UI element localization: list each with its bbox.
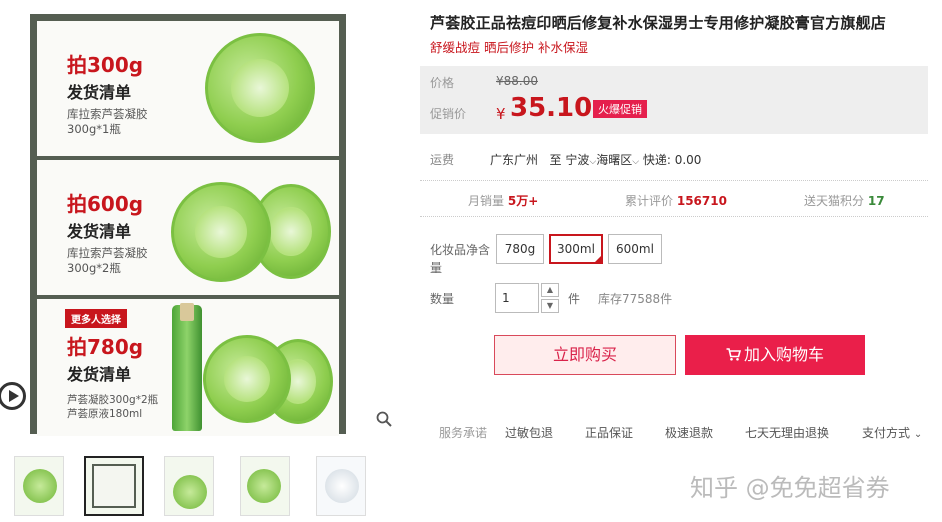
monthly-sales: 月销量 5万+	[468, 192, 538, 209]
panel-ship-label: 发货清单	[67, 222, 132, 241]
ship-to-word: 至	[549, 153, 562, 167]
currency-symbol: ¥	[496, 105, 506, 123]
monthly-sales-label: 月销量	[468, 194, 505, 208]
popular-choice-badge: 更多人选择	[65, 309, 127, 328]
quantity-label: 数量	[430, 292, 455, 306]
panel-desc-line: 库拉索芦荟凝胶	[67, 246, 148, 260]
thumbnail-4[interactable]	[240, 456, 290, 516]
payment-methods-label: 支付方式	[862, 426, 911, 440]
service-allergy-refund[interactable]: 过敏包退	[505, 424, 553, 441]
ship-district[interactable]: 海曙区	[596, 153, 632, 167]
net-content-label-line: 化妆品净含	[430, 243, 491, 257]
aloe-gel-jar-image	[205, 33, 315, 143]
thumbnail-5[interactable]	[316, 456, 366, 516]
option-600ml[interactable]: 600ml	[608, 234, 662, 264]
add-to-cart-button[interactable]: 加入购物车	[685, 335, 865, 375]
aloe-toner-bottle-image	[172, 303, 202, 431]
service-seven-day-return[interactable]: 七天无理由退换	[745, 424, 829, 441]
bundle-panel-780g: 更多人选择 拍780g 发货清单 芦荟凝胶300g*2瓶 芦荟原液180ml	[37, 299, 339, 436]
option-780g[interactable]: 780g	[496, 234, 544, 264]
product-title: 芦荟胶正品祛痘印晒后修复补水保湿男士专用修护凝胶膏官方旗舰店	[430, 14, 887, 32]
panel-ship-label: 发货清单	[67, 365, 132, 384]
panel-desc-line: 300g*2瓶	[67, 261, 121, 275]
ship-city[interactable]: 宁波	[565, 153, 589, 167]
main-product-image[interactable]: 拍300g 发货清单 库拉索芦荟凝胶 300g*1瓶 拍600g 发货清单 库拉…	[0, 0, 400, 440]
promo-price: 35.10	[510, 93, 593, 123]
panel-desc-line: 300g*1瓶	[67, 122, 121, 136]
bundle-panel-300g: 拍300g 发货清单 库拉索芦荟凝胶 300g*1瓶	[37, 21, 339, 156]
tmall-points-value: 17	[867, 194, 885, 208]
chevron-down-icon: ⌄	[913, 429, 923, 440]
shipping-info: 广东广州 至 宁波⌵海曙区⌵ 快递: 0.00	[490, 151, 701, 168]
add-to-cart-label: 加入购物车	[743, 345, 824, 364]
service-label: 服务承诺	[439, 426, 488, 440]
panel-ship-label: 发货清单	[67, 83, 132, 102]
chevron-down-icon[interactable]: ⌵	[632, 157, 639, 167]
stats-bar: 月销量 5万+ 累计评价 156710 送天猫积分 17	[420, 180, 928, 217]
tmall-points-label: 送天猫积分	[804, 194, 865, 208]
review-count-label: 累计评价	[625, 194, 674, 208]
image-frame: 拍300g 发货清单 库拉索芦荟凝胶 300g*1瓶 拍600g 发货清单 库拉…	[30, 14, 346, 436]
payment-methods[interactable]: 支付方式 ⌄	[862, 424, 922, 441]
thumbnail-image	[173, 475, 207, 509]
thumbnail-3[interactable]	[164, 456, 214, 516]
net-content-label: 化妆品净含 量	[430, 241, 490, 277]
product-page: 拍300g 发货清单 库拉索芦荟凝胶 300g*1瓶 拍600g 发货清单 库拉…	[0, 0, 942, 522]
panel-desc: 库拉索芦荟凝胶 300g*1瓶	[67, 107, 148, 137]
original-price: ¥88.00	[496, 74, 538, 88]
bundle-panel-600g: 拍600g 发货清单 库拉索芦荟凝胶 300g*2瓶	[37, 160, 339, 295]
aloe-gel-jar-image	[171, 182, 271, 282]
ship-from: 广东广州	[490, 153, 539, 167]
panel-desc-line: 芦荟凝胶300g*2瓶	[67, 394, 159, 406]
thumbnail-2[interactable]	[84, 456, 144, 516]
watermark: 知乎 @免免超省券	[690, 474, 890, 502]
thumbnail-image	[23, 469, 57, 503]
panel-desc: 芦荟凝胶300g*2瓶 芦荟原液180ml	[67, 393, 158, 421]
thumbnail-image	[92, 464, 136, 508]
product-subtitle: 舒缓战痘 晒后修护 补水保湿	[430, 40, 588, 55]
tmall-points: 送天猫积分 17	[804, 192, 885, 209]
video-play-icon[interactable]	[0, 382, 26, 410]
review-count-value: 156710	[676, 194, 727, 208]
original-price-label: 价格	[430, 76, 455, 90]
monthly-sales-value: 5万+	[507, 194, 539, 208]
promo-price-label: 促销价	[430, 107, 467, 121]
cart-icon	[726, 348, 742, 361]
increment-icon[interactable]: ▲	[541, 283, 559, 297]
shipping-fee: 快递: 0.00	[642, 153, 702, 167]
panel-desc: 库拉索芦荟凝胶 300g*2瓶	[67, 246, 148, 276]
shipping-label: 运费	[430, 153, 455, 167]
panel-pick-label: 拍780g	[67, 335, 144, 359]
panel-desc-line: 库拉索芦荟凝胶	[67, 107, 148, 121]
service-genuine[interactable]: 正品保证	[585, 424, 633, 441]
option-300ml[interactable]: 300ml	[549, 234, 603, 264]
aloe-gel-jar-image	[203, 335, 291, 423]
review-count[interactable]: 累计评价 156710	[625, 192, 727, 209]
panel-desc-line: 芦荟原液180ml	[67, 408, 143, 420]
service-fast-refund[interactable]: 极速退款	[665, 424, 713, 441]
net-content-label-line: 量	[430, 261, 443, 275]
panel-pick-label: 拍600g	[67, 192, 144, 216]
thumbnail-1[interactable]	[14, 456, 64, 516]
buy-now-button[interactable]: 立即购买	[494, 335, 676, 375]
quantity-unit: 件	[568, 292, 581, 306]
thumbnail-image	[247, 469, 281, 503]
stock-count: 库存77588件	[598, 292, 673, 306]
thumbnail-image	[325, 469, 359, 503]
magnifier-icon[interactable]	[376, 411, 392, 427]
price-box: 价格 ¥88.00 促销价 ¥ 35.10 火爆促销	[420, 66, 928, 134]
quantity-input[interactable]: 1	[495, 283, 539, 313]
decrement-icon[interactable]: ▼	[541, 299, 559, 313]
promo-badge: 火爆促销	[593, 100, 647, 118]
panel-pick-label: 拍300g	[67, 53, 144, 77]
